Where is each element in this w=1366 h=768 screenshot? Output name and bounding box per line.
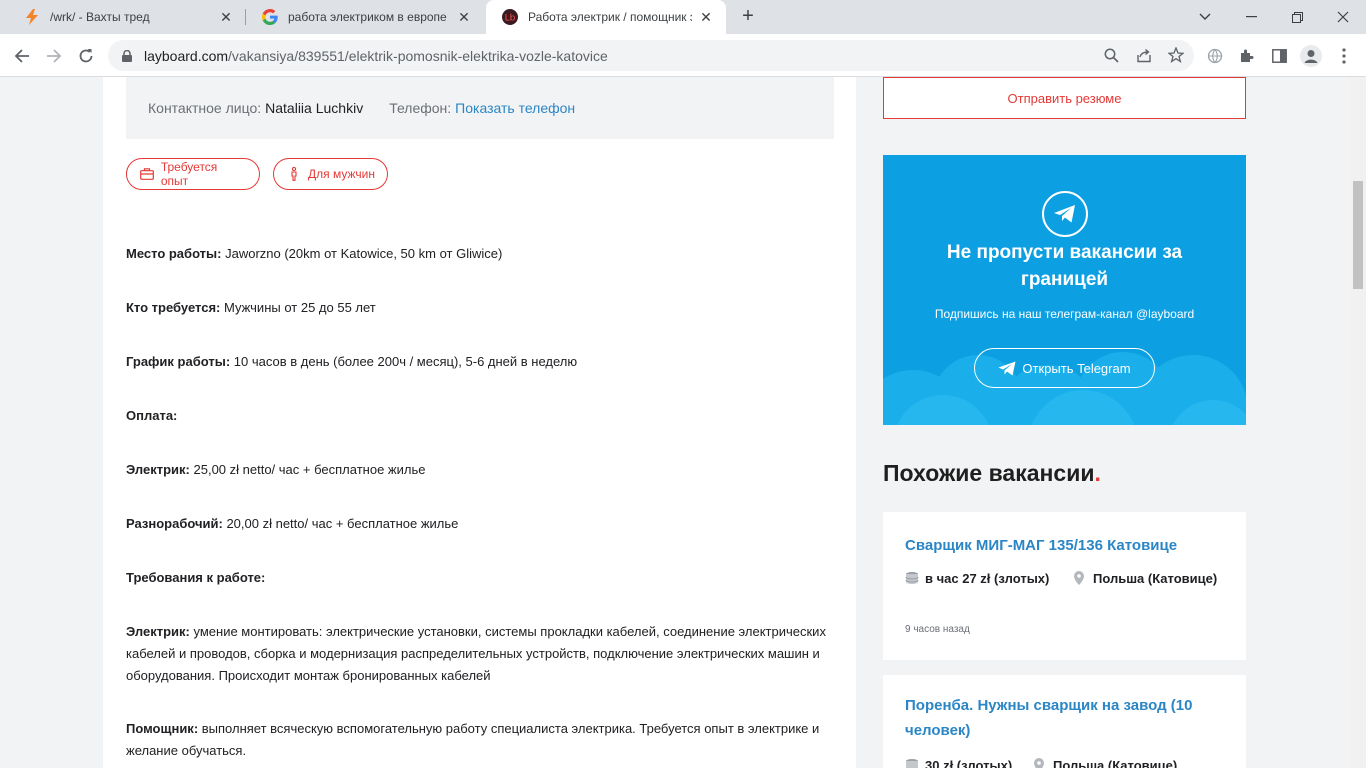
desc-pay-electrician: Электрик: 25,00 zł netto/ час + бесплатн… xyxy=(126,462,426,477)
open-telegram-button[interactable]: Открыть Telegram xyxy=(974,348,1155,388)
reload-icon[interactable] xyxy=(72,42,100,70)
browser-toolbar: layboard.com/vakansiya/839551/elektrik-p… xyxy=(0,34,1366,77)
briefcase-icon xyxy=(139,166,155,182)
side-panel-icon[interactable] xyxy=(1265,42,1293,70)
paper-plane-icon xyxy=(998,360,1016,376)
translate-icon[interactable] xyxy=(1201,42,1229,70)
scrollbar-thumb[interactable] xyxy=(1353,181,1363,289)
tab-title: Работа электрик / помощник эл xyxy=(528,10,692,24)
tab-layboard[interactable]: Lb Работа электрик / помощник эл ✕ xyxy=(486,0,726,34)
profile-avatar-icon[interactable] xyxy=(1297,42,1325,70)
chevron-down-icon[interactable] xyxy=(1182,0,1228,34)
address-bar[interactable]: layboard.com/vakansiya/839551/elektrik-p… xyxy=(108,40,1194,71)
page-scrollbar[interactable] xyxy=(1350,77,1366,768)
forward-arrow-icon[interactable] xyxy=(40,42,68,70)
location-pin-icon xyxy=(1073,570,1087,585)
zoom-icon[interactable] xyxy=(1097,41,1125,69)
job-title-link[interactable]: Поренба. Нужны сварщик на завод (10 чело… xyxy=(905,693,1225,743)
page-viewport: Контактное лицо: Nataliia Luchkiv Телефо… xyxy=(0,77,1350,768)
job-pay: в час 27 zł (злотых) xyxy=(905,568,1055,589)
telegram-subtitle: Подпишись на наш телеграм-канал @layboar… xyxy=(934,307,1195,321)
close-icon[interactable]: ✕ xyxy=(218,9,234,25)
close-icon[interactable]: ✕ xyxy=(456,9,472,25)
desc-pay-laborer: Разнорабочий: 20,00 zł netto/ час + бесп… xyxy=(126,516,459,531)
telegram-banner: Не пропусти вакансии за границей Подпиши… xyxy=(883,155,1246,425)
tab-google[interactable]: работа электриком в европе - П ✕ xyxy=(246,0,484,34)
job-title-link[interactable]: Сварщик МИГ-МАГ 135/136 Катовице xyxy=(905,533,1225,558)
minimize-icon[interactable] xyxy=(1228,0,1274,34)
show-phone-link[interactable]: Показать телефон xyxy=(455,100,575,116)
url-host: layboard.com xyxy=(144,47,229,64)
coins-icon xyxy=(905,570,919,584)
tag-label: Для мужчин xyxy=(308,167,375,181)
telegram-title: Не пропусти вакансии за границей xyxy=(946,242,1183,290)
tab-title: работа электриком в европе - П xyxy=(288,10,450,24)
share-icon[interactable] xyxy=(1130,41,1158,69)
new-tab-button[interactable]: + xyxy=(736,5,760,29)
tab-wrk[interactable]: /wrk/ - Вахты тред ✕ xyxy=(8,0,246,34)
desc-req-electrician: Электрик: умение монтировать: электричес… xyxy=(126,624,826,683)
bolt-icon xyxy=(24,9,40,25)
location-pin-icon xyxy=(1033,757,1047,768)
contact-person-label: Контактное лицо: xyxy=(148,100,262,116)
tag-label: Требуется опыт xyxy=(160,160,218,188)
menu-dots-icon[interactable] xyxy=(1330,42,1358,70)
person-icon xyxy=(286,166,302,182)
close-window-icon[interactable] xyxy=(1320,0,1366,34)
layboard-icon: Lb xyxy=(502,9,518,25)
desc-workplace: Место работы: Jaworzno (20km от Katowice… xyxy=(126,246,503,261)
lock-icon xyxy=(120,49,134,63)
telegram-icon xyxy=(1042,191,1088,237)
desc-requirements-heading: Требования к работе: xyxy=(126,570,266,585)
job-location: Польша (Катовице) xyxy=(1033,755,1233,768)
similar-job-card[interactable]: Поренба. Нужны сварщик на завод (10 чело… xyxy=(883,675,1246,768)
job-location: Польша (Катовице) xyxy=(1073,568,1223,589)
contact-person-name: Nataliia Luchkiv xyxy=(265,100,364,116)
desc-who-needed: Кто требуется: Мужчины от 25 до 55 лет xyxy=(126,300,376,315)
similar-vacancies-heading: Похожие вакансии. xyxy=(883,460,1101,486)
open-telegram-label: Открыть Telegram xyxy=(1022,360,1131,376)
star-icon[interactable] xyxy=(1162,41,1190,69)
close-icon[interactable]: ✕ xyxy=(698,9,714,25)
desc-schedule: График работы: 10 часов в день (более 20… xyxy=(126,354,578,369)
desc-payment-heading: Оплата: xyxy=(126,408,178,423)
similar-job-card[interactable]: Сварщик МИГ-МАГ 135/136 Катовице в час 2… xyxy=(883,512,1246,660)
extensions-icon[interactable] xyxy=(1233,42,1261,70)
tag-men: Для мужчин xyxy=(273,158,388,190)
send-resume-button[interactable]: Отправить резюме xyxy=(883,77,1246,119)
coins-icon xyxy=(905,757,919,768)
tag-experience: Требуется опыт xyxy=(126,158,260,190)
tab-bar: /wrk/ - Вахты тред ✕ работа электриком в… xyxy=(0,0,1366,34)
contact-box: Контактное лицо: Nataliia Luchkiv Телефо… xyxy=(126,77,834,139)
restore-icon[interactable] xyxy=(1274,0,1320,34)
tab-title: /wrk/ - Вахты тред xyxy=(50,10,150,24)
google-icon xyxy=(262,9,278,25)
phone-label: Телефон: xyxy=(389,100,452,116)
job-posted-time: 9 часов назад xyxy=(905,624,970,635)
desc-req-helper: Помощник: выполняет всяческую вспомогате… xyxy=(126,721,820,758)
url-path: /vakansiya/839551/elektrik-pomosnik-elek… xyxy=(228,47,608,64)
back-arrow-icon[interactable] xyxy=(8,42,36,70)
svg-text:Lb: Lb xyxy=(505,14,516,24)
